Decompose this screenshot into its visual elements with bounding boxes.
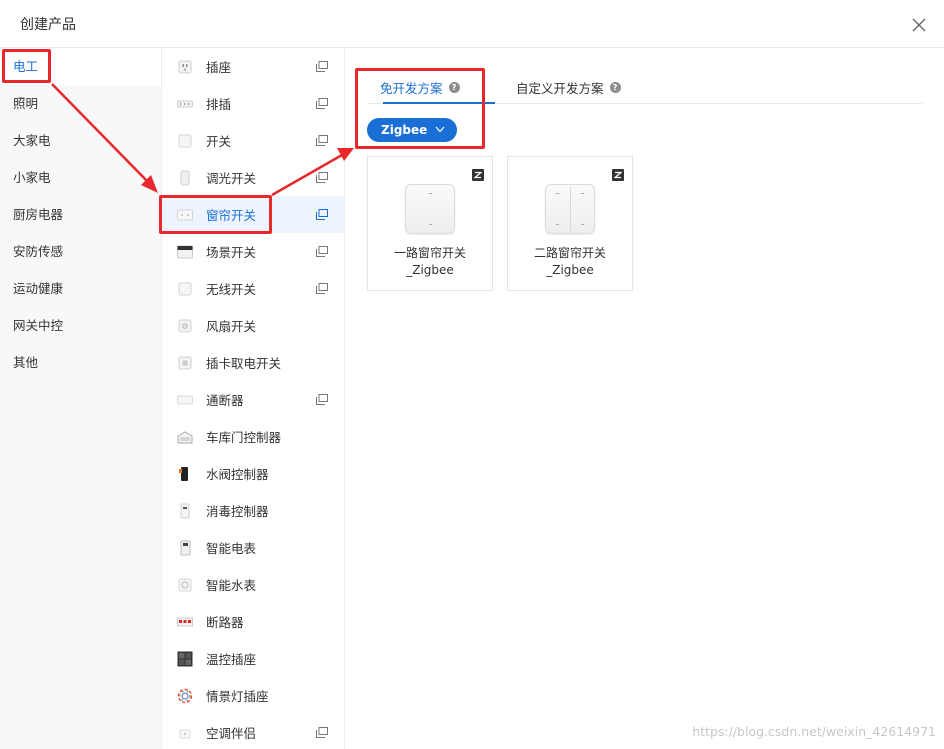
subcategory-item[interactable]: 智能水表	[162, 566, 344, 603]
power-strip-icon	[177, 96, 193, 112]
switch-icon	[177, 133, 193, 149]
thermostat-socket-icon	[177, 651, 193, 667]
copy-icon[interactable]	[316, 172, 328, 183]
category-sidebar: 电工 照明 大家电 小家电 厨房电器 安防传感 运动健康 网关中控 其他	[0, 48, 162, 749]
product-protocol: _Zigbee	[406, 263, 454, 277]
dimmer-icon	[177, 170, 193, 186]
subcategory-item[interactable]: 插座	[162, 48, 344, 85]
active-tab-indicator	[383, 102, 495, 104]
subcategory-item[interactable]: 空调伴侣	[162, 714, 344, 749]
zigbee-badge-icon	[612, 169, 624, 181]
subcategory-item[interactable]: 断路器	[162, 603, 344, 640]
water-meter-icon	[177, 577, 193, 593]
fan-switch-icon	[177, 318, 193, 334]
chevron-down-icon	[435, 126, 445, 133]
watermark: https://blog.csdn.net/weixin_42614971	[692, 724, 936, 739]
help-icon[interactable]: ?	[609, 81, 621, 93]
garage-door-icon	[177, 429, 193, 445]
dialog-title: 创建产品	[20, 17, 76, 33]
socket-icon	[177, 59, 193, 75]
copy-icon[interactable]	[316, 209, 328, 220]
card-switch-icon	[177, 355, 193, 371]
product-protocol: _Zigbee	[546, 263, 594, 277]
category-item-small-appliance[interactable]: 小家电	[0, 159, 161, 196]
subcategory-item[interactable]: 水阀控制器	[162, 455, 344, 492]
one-gang-curtain-switch-image	[405, 184, 455, 234]
subcategory-item[interactable]: 场景开关	[162, 233, 344, 270]
two-gang-curtain-switch-image	[545, 184, 595, 234]
copy-icon[interactable]	[316, 727, 328, 738]
protocol-select[interactable]: Zigbee	[367, 118, 457, 142]
zigbee-badge-icon	[472, 169, 484, 181]
circuit-breaker-icon	[177, 614, 193, 630]
solution-tabs: 免开发方案? 自定义开发方案?	[367, 72, 922, 104]
subcategory-item[interactable]: 风扇开关	[162, 307, 344, 344]
wireless-switch-icon	[177, 281, 193, 297]
dialog-header: 创建产品	[0, 0, 944, 48]
ac-companion-icon	[177, 725, 193, 741]
subcategory-item-curtain-switch[interactable]: 窗帘开关	[162, 196, 344, 233]
category-item-gateway[interactable]: 网关中控	[0, 307, 161, 344]
help-icon[interactable]: ?	[448, 81, 460, 93]
scene-switch-icon	[177, 244, 193, 260]
scene-light-socket-icon	[177, 688, 193, 704]
tab-no-dev-solution[interactable]: 免开发方案?	[380, 76, 460, 98]
subcategory-item[interactable]: 消毒控制器	[162, 492, 344, 529]
category-item-large-appliance[interactable]: 大家电	[0, 122, 161, 159]
subcategory-item[interactable]: 插卡取电开关	[162, 344, 344, 381]
product-card[interactable]: 一路窗帘开关 _Zigbee	[367, 156, 493, 291]
copy-icon[interactable]	[316, 394, 328, 405]
subcategory-item[interactable]: 车库门控制器	[162, 418, 344, 455]
subcategory-item[interactable]: 智能电表	[162, 529, 344, 566]
copy-icon[interactable]	[316, 98, 328, 109]
category-item-other[interactable]: 其他	[0, 344, 161, 381]
subcategory-item[interactable]: 调光开关	[162, 159, 344, 196]
subcategory-item[interactable]: 开关	[162, 122, 344, 159]
close-icon[interactable]	[912, 18, 926, 32]
category-item-lighting[interactable]: 照明	[0, 85, 161, 122]
copy-icon[interactable]	[316, 246, 328, 257]
category-item-electrician[interactable]: 电工	[0, 48, 161, 85]
tab-custom-dev-solution[interactable]: 自定义开发方案?	[516, 76, 621, 98]
copy-icon[interactable]	[316, 283, 328, 294]
subcategory-item[interactable]: 排插	[162, 85, 344, 122]
subcategory-item[interactable]: 通断器	[162, 381, 344, 418]
copy-icon[interactable]	[316, 135, 328, 146]
curtain-switch-icon	[177, 207, 193, 223]
product-name: 一路窗帘开关	[393, 246, 466, 260]
category-item-security[interactable]: 安防传感	[0, 233, 161, 270]
electric-meter-icon	[177, 540, 193, 556]
subcategory-item[interactable]: 温控插座	[162, 640, 344, 677]
category-item-health[interactable]: 运动健康	[0, 270, 161, 307]
breaker-module-icon	[177, 392, 193, 408]
category-item-kitchen[interactable]: 厨房电器	[0, 196, 161, 233]
water-valve-icon	[177, 466, 193, 482]
product-card[interactable]: 二路窗帘开关 _Zigbee	[507, 156, 633, 291]
subcategory-item[interactable]: 无线开关	[162, 270, 344, 307]
copy-icon[interactable]	[316, 61, 328, 72]
subcategory-item[interactable]: 情景灯插座	[162, 677, 344, 714]
subcategory-list: 插座 排插 开关 调光开关 窗帘开关 场景开关 无线开关 风扇开关 插卡取电开关	[162, 48, 345, 749]
solution-panel: 免开发方案? 自定义开发方案? Zigbee 一路窗帘开关 _Zigbee 二路…	[345, 48, 944, 749]
disinfection-icon	[177, 503, 193, 519]
product-name: 二路窗帘开关	[533, 246, 606, 260]
